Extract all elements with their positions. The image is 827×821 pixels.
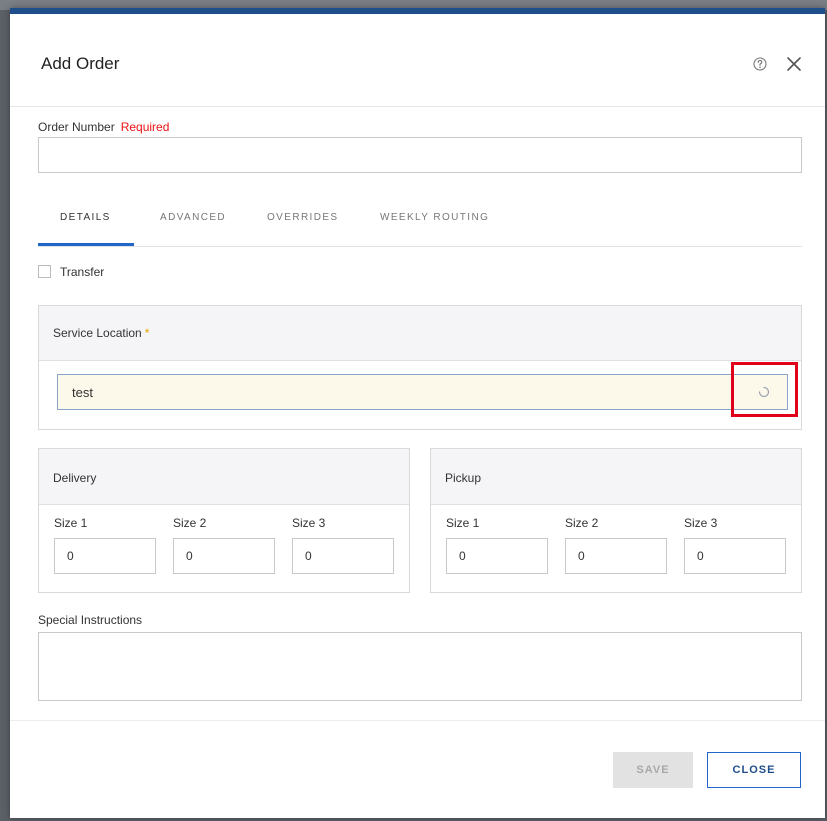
service-location-input[interactable]: [57, 374, 788, 410]
required-indicator: Required: [120, 120, 170, 134]
pickup-header: Pickup: [431, 449, 801, 505]
delivery-size-1-label: Size 1: [54, 516, 88, 530]
annotation-highlight-box: [731, 362, 798, 417]
tab-overrides[interactable]: OVERRIDES: [267, 212, 339, 223]
transfer-checkbox[interactable]: [38, 265, 51, 278]
save-button[interactable]: SAVE: [613, 752, 693, 788]
close-icon[interactable]: [783, 53, 805, 75]
special-instructions-label: Special Instructions: [38, 613, 143, 627]
delivery-size-3-input[interactable]: [292, 538, 394, 574]
footer-divider: [10, 720, 825, 721]
pickup-size-3-label: Size 3: [684, 516, 718, 530]
delivery-title: Delivery: [53, 471, 97, 485]
pickup-size-3-input[interactable]: [684, 538, 786, 574]
order-number-label: Order Number Required: [38, 120, 170, 134]
dialog-header: Add Order: [10, 14, 825, 107]
pickup-panel: Pickup Size 1 Size 2 Size 3: [430, 448, 802, 593]
required-asterisk: *: [144, 326, 150, 340]
delivery-size-2-label: Size 2: [173, 516, 207, 530]
tab-advanced[interactable]: ADVANCED: [160, 212, 226, 223]
delivery-size-2-input[interactable]: [173, 538, 275, 574]
tab-bar: DETAILS ADVANCED OVERRIDES WEEKLY ROUTIN…: [38, 198, 802, 247]
pickup-size-2-input[interactable]: [565, 538, 667, 574]
service-location-header: Service Location *: [39, 306, 801, 361]
delivery-header: Delivery: [39, 449, 409, 505]
pickup-title: Pickup: [445, 471, 482, 485]
close-button[interactable]: CLOSE: [707, 752, 801, 788]
transfer-label: Transfer: [60, 265, 105, 279]
pickup-size-1-label: Size 1: [446, 516, 480, 530]
delivery-size-1-input[interactable]: [54, 538, 156, 574]
service-location-title: Service Location *: [53, 326, 150, 340]
delivery-panel: Delivery Size 1 Size 2 Size 3: [38, 448, 410, 593]
pickup-size-1-input[interactable]: [446, 538, 548, 574]
add-order-dialog: Add Order Order Number Required DETAILS A…: [10, 8, 825, 818]
tab-weekly-routing[interactable]: WEEKLY ROUTING: [380, 212, 489, 223]
delivery-size-3-label: Size 3: [292, 516, 326, 530]
special-instructions-textarea[interactable]: [38, 632, 802, 701]
tab-details[interactable]: DETAILS: [60, 212, 111, 223]
pickup-size-2-label: Size 2: [565, 516, 599, 530]
dialog-title: Add Order: [41, 54, 120, 73]
active-tab-indicator: [38, 243, 134, 246]
help-circle-icon[interactable]: [753, 57, 767, 71]
order-number-input[interactable]: [38, 137, 802, 173]
service-location-panel: Service Location *: [38, 305, 802, 430]
